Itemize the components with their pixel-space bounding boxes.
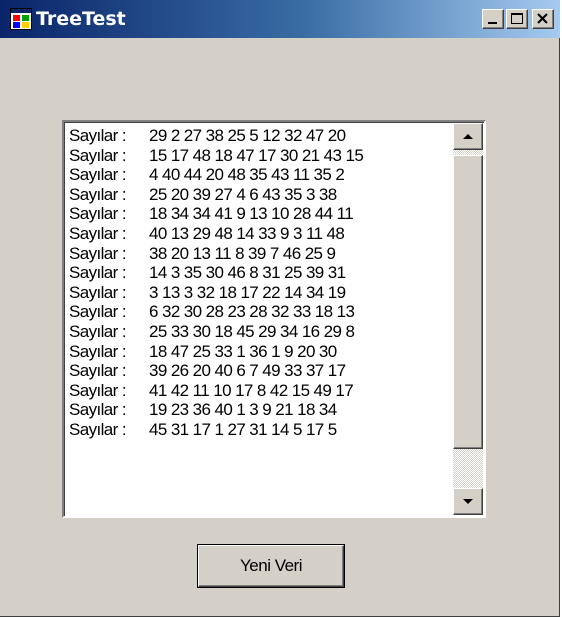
list-item-numbers: 6 32 30 28 23 28 32 33 18 13 [149,302,355,322]
new-data-button[interactable]: Yeni Veri [198,545,344,587]
list-item-label: Sayılar : [69,126,127,145]
list-item-label: Sayılar : [69,223,127,243]
list-item-label: Sayılar : [69,419,127,439]
list-item[interactable]: Sayılar : 40 13 29 48 14 33 9 3 11 48 [69,224,444,244]
list-item-label: Sayılar : [69,184,127,204]
list-item[interactable]: Sayılar : 15 17 48 18 47 17 30 21 43 15 [69,146,444,166]
list-item-label: Sayılar : [69,165,127,185]
list-item-label: Sayılar : [69,145,127,165]
list-item-numbers: 40 13 29 48 14 33 9 3 11 48 [149,223,345,243]
list-item[interactable]: Sayılar : 18 34 34 41 9 13 10 28 44 11 [69,204,444,224]
list-item-label: Sayılar : [69,243,127,263]
minimize-icon [488,22,497,24]
list-item[interactable]: Sayılar : 41 42 11 10 17 8 42 15 49 17 [69,381,444,401]
list-item[interactable]: Sayılar : 14 3 35 30 46 8 31 25 39 31 [69,263,444,283]
list-items: Sayılar :29 2 27 38 25 5 12 32 47 20 Sayı… [69,126,444,440]
list-item-numbers: 4 40 44 20 48 35 43 11 35 2 [149,165,345,185]
list-item-numbers: 39 26 20 40 6 7 49 33 37 17 [149,361,346,381]
list-item[interactable]: Sayılar : 19 23 36 40 1 3 9 21 18 34 [69,400,444,420]
list-item-label: Sayılar : [69,302,127,322]
list-item-numbers: 25 33 30 18 45 29 34 16 29 8 [149,321,355,341]
list-item[interactable]: Sayılar : 4 40 44 20 48 35 43 11 35 2 [69,165,444,185]
list-item[interactable]: Sayılar : 3 13 3 32 18 17 22 14 34 19 [69,283,444,303]
scrollbar-thumb[interactable] [453,155,483,449]
maximize-icon [511,13,523,24]
list-item-numbers: 18 47 25 33 1 36 1 9 20 30 [149,341,337,361]
list-item-numbers: 3 13 3 32 18 17 22 14 34 19 [149,282,346,302]
scroll-down-arrow-icon [463,499,473,504]
minimize-button[interactable] [482,9,504,29]
list-item[interactable]: Sayılar : 6 32 30 28 23 28 32 33 18 13 [69,302,444,322]
list-item-label: Sayılar : [69,361,127,381]
scroll-down-button[interactable] [453,488,483,515]
list-item-label: Sayılar : [69,282,127,302]
list-item-numbers: 19 23 36 40 1 3 9 21 18 34 [149,400,337,420]
list-item-numbers: 25 20 39 27 4 6 43 35 3 38 [149,184,337,204]
close-icon [537,13,548,24]
list-item-numbers: 15 17 48 18 47 17 30 21 43 15 [149,145,364,165]
list-item-numbers: 38 20 13 11 8 39 7 46 25 9 [149,243,336,263]
close-button[interactable] [532,9,554,29]
list-item-numbers: 41 42 11 10 17 8 42 15 49 17 [149,380,354,400]
vertical-scrollbar[interactable] [453,123,483,515]
treetest-window: TreeTest Sayılar : 29 2 27 38 25 5 12 32 … [0,0,560,617]
list-item[interactable]: Sayılar : 18 47 25 33 1 36 1 9 20 30 [69,342,444,362]
window-title: TreeTest [36,8,126,30]
list-item-label: Sayılar : [69,341,127,361]
maximize-button[interactable] [506,9,528,29]
list-item[interactable]: Sayılar : 45 31 17 1 27 31 14 5 17 5 [69,420,444,440]
app-window-icon[interactable] [10,8,32,30]
list-item[interactable]: Sayılar : 25 20 39 27 4 6 43 35 3 38 [69,185,444,205]
list-item[interactable]: Sayılar : 38 20 13 11 8 39 7 46 25 9 [69,244,444,264]
list-item-numbers: 14 3 35 30 46 8 31 25 39 31 [149,263,346,283]
list-item-label: Sayılar : [69,380,127,400]
list-item-label: Sayılar : [69,400,127,420]
list-item-numbers: 18 34 34 41 9 13 10 28 44 11 [149,204,354,224]
list-item-label: Sayılar : [69,321,127,341]
list-item-label: Sayılar : [69,204,127,224]
scroll-up-arrow-icon [463,134,473,139]
list-item[interactable]: Sayılar : 39 26 20 40 6 7 49 33 37 17 [69,361,444,381]
scroll-up-button[interactable] [453,123,483,150]
title-bar[interactable]: TreeTest [0,0,560,38]
list-item[interactable]: Sayılar : 25 33 30 18 45 29 34 16 29 8 [69,322,444,342]
list-item[interactable]: Sayılar : 29 2 27 38 25 5 12 32 47 20 [69,126,444,146]
list-item-numbers: 29 2 27 38 25 5 12 32 47 20 [149,126,346,145]
list-item-label: Sayılar : [69,263,127,283]
numbers-listbox[interactable]: Sayılar :29 2 27 38 25 5 12 32 47 20 Sayı… [62,120,486,518]
list-item-numbers: 45 31 17 1 27 31 14 5 17 5 [149,419,337,439]
